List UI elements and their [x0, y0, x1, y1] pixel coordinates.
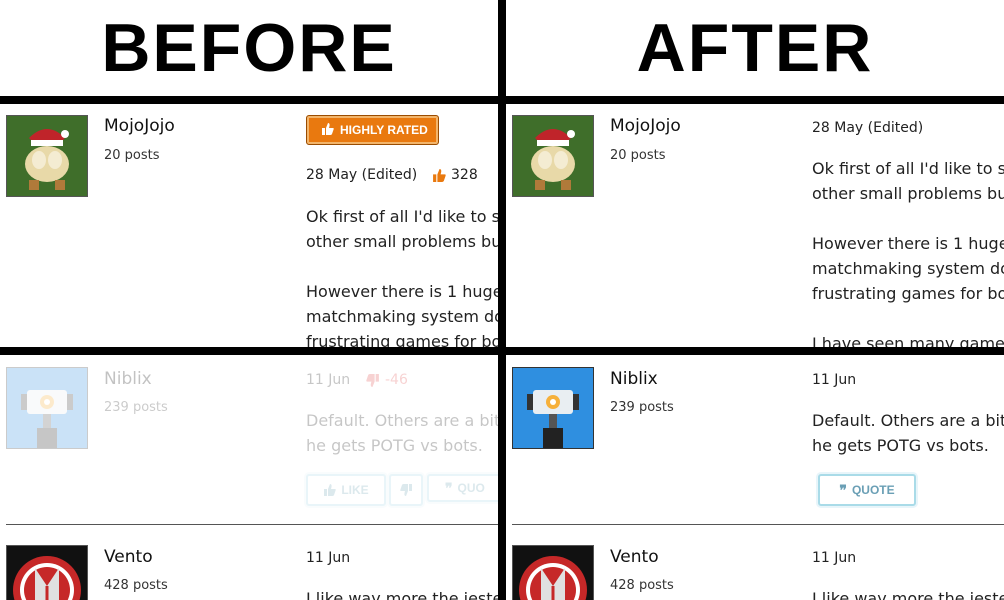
quote-button[interactable]: ❞ QUO: [427, 474, 498, 502]
body-line: However there is 1 huge: [306, 282, 498, 301]
post-count: 20 posts: [104, 148, 160, 163]
username[interactable]: MojoJojo: [104, 116, 175, 136]
body-gap: [812, 206, 1004, 231]
body-line: frustrating games for bo: [812, 284, 1004, 303]
body-line: Default. Others are a bit: [306, 411, 498, 430]
before-post-mojojojo: MojoJojo 20 posts HIGHLY RATED 28 May (E…: [0, 104, 498, 347]
avatar[interactable]: [512, 115, 594, 197]
vote-value: 328: [451, 167, 478, 183]
vote-count: -46: [366, 372, 408, 388]
post-body: Default. Others are a bit he gets POTG v…: [812, 408, 1004, 458]
avatar[interactable]: [6, 545, 88, 600]
post-date[interactable]: 11 Jun: [306, 372, 350, 388]
quote-label: QUOTE: [851, 483, 895, 497]
body-line: other small problems bu: [306, 232, 498, 251]
post-separator: [512, 524, 1004, 525]
username[interactable]: Vento: [610, 547, 659, 567]
post-body: Default. Others are a bit he gets POTG v…: [306, 408, 498, 458]
quote-icon: ❞: [445, 479, 453, 496]
thumbs-up-icon: [321, 122, 334, 138]
before-lower-section: Niblix 239 posts 11 Jun -46 Default. Oth…: [0, 355, 498, 600]
body-line: Default. Others are a bit: [812, 411, 1004, 430]
after-heading: AFTER: [636, 10, 874, 86]
username[interactable]: Niblix: [104, 369, 152, 389]
body-gap: [812, 306, 1004, 331]
body-line: I have seen many games: [812, 334, 1004, 347]
post-date[interactable]: 28 May (Edited): [812, 120, 923, 136]
username[interactable]: Vento: [104, 547, 153, 567]
avatar[interactable]: [512, 545, 594, 600]
quote-button[interactable]: ❞ QUOTE: [818, 474, 916, 506]
post-date[interactable]: 11 Jun: [812, 550, 856, 566]
body-line: other small problems bu: [812, 184, 1004, 203]
post-date[interactable]: 11 Jun: [306, 550, 350, 566]
dislike-button[interactable]: [389, 474, 423, 506]
post-body: Ok first of all I'd like to s other smal…: [812, 156, 1004, 347]
body-line: matchmaking system do: [812, 259, 1004, 278]
post-count: 20 posts: [610, 148, 666, 163]
mojojojo-avatar-icon: [513, 116, 593, 196]
body-line: matchmaking system do: [306, 307, 498, 326]
like-button[interactable]: LIKE: [306, 474, 386, 506]
post-body: I like way more the jeste: [812, 589, 1004, 600]
niblix-avatar-icon: [513, 368, 593, 448]
top-divider: [0, 96, 1004, 104]
vote-count: 328: [432, 167, 478, 183]
thumbs-down-icon: [366, 373, 379, 387]
after-lower-section: Niblix 239 posts 11 Jun Default. Others …: [506, 355, 1004, 600]
vertical-divider: [498, 0, 506, 600]
middle-divider: [0, 347, 1004, 355]
body-line: Ok first of all I'd like to s: [812, 159, 1004, 178]
post-count: 239 posts: [104, 400, 168, 415]
username[interactable]: Niblix: [610, 369, 658, 389]
avatar[interactable]: [6, 115, 88, 197]
body-line: However there is 1 huge: [812, 234, 1004, 253]
post-date[interactable]: 28 May (Edited): [306, 167, 417, 183]
body-line: he gets POTG vs bots.: [812, 436, 989, 455]
thumbs-down-icon: [399, 484, 412, 496]
body-line: he gets POTG vs bots.: [306, 436, 483, 455]
post-body: Ok first of all I'd like to s other smal…: [306, 204, 498, 347]
vento-avatar-icon: [513, 546, 593, 600]
post-body: I like way more the jeste: [306, 589, 498, 600]
post-count: 428 posts: [104, 578, 168, 593]
post-date[interactable]: 11 Jun: [812, 372, 856, 388]
quote-label: QUO: [457, 481, 485, 495]
before-heading: BEFORE: [101, 10, 397, 86]
thumbs-up-icon: [324, 484, 337, 496]
vote-value: -46: [385, 372, 408, 388]
avatar[interactable]: [512, 367, 594, 449]
avatar[interactable]: [6, 367, 88, 449]
body-gap: [306, 254, 498, 279]
thumbs-up-icon: [433, 168, 446, 182]
username[interactable]: MojoJojo: [610, 116, 681, 136]
mojojojo-avatar-icon: [7, 116, 87, 196]
post-count: 239 posts: [610, 400, 674, 415]
post-count: 428 posts: [610, 578, 674, 593]
vento-avatar-icon: [7, 546, 87, 600]
quote-icon: ❞: [839, 481, 847, 498]
highly-rated-badge: HIGHLY RATED: [306, 115, 439, 145]
after-post-mojojojo: MojoJojo 20 posts 28 May (Edited) Ok fir…: [506, 104, 1004, 347]
body-line: frustrating games for bo: [306, 332, 498, 347]
post-separator: [6, 524, 498, 525]
like-label: LIKE: [341, 483, 369, 497]
niblix-avatar-icon: [7, 368, 87, 448]
body-line: Ok first of all I'd like to s: [306, 207, 498, 226]
highly-rated-label: HIGHLY RATED: [340, 123, 428, 137]
